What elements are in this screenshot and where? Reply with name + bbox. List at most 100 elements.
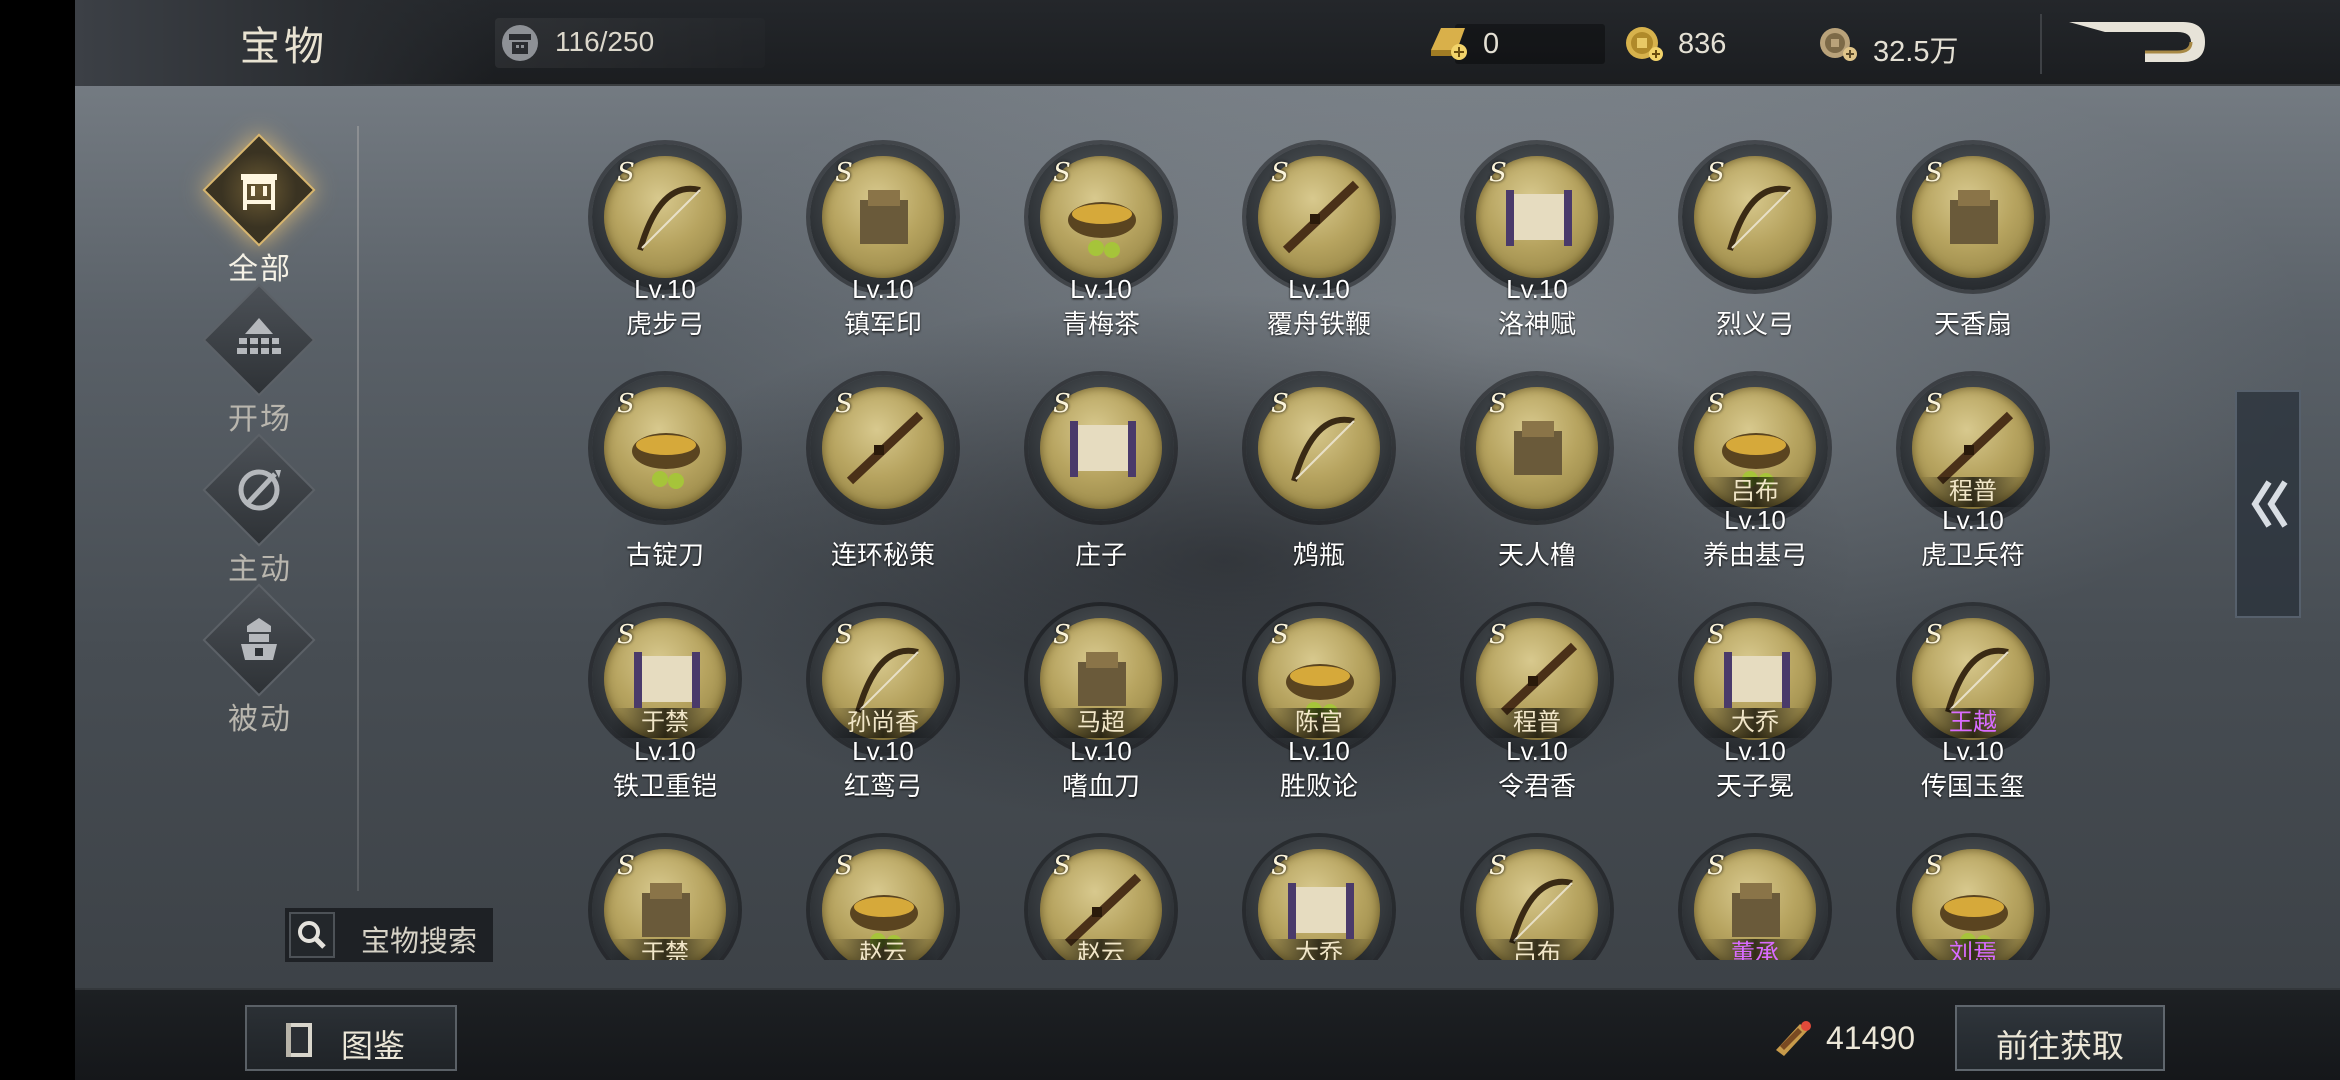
treasure-card[interactable]: S 赵云 (1001, 837, 1201, 960)
tier-badge: S (1053, 620, 1071, 650)
treasure-level: Lv.10 (1942, 505, 2004, 535)
active-skill-icon (238, 469, 281, 511)
treasure-card[interactable]: S 吕布 Lv.10 养由基弓 (1655, 375, 1855, 595)
tier-badge: S (617, 389, 635, 419)
tier-badge: S (1925, 851, 1943, 881)
sidebar-item-label: 开场 (228, 403, 292, 436)
treasure-card[interactable]: S 大乔 Lv.10 天子冕 (1655, 606, 1855, 826)
treasure-level: Lv.10 (1506, 274, 1568, 304)
treasure-name: 古锭刀 (625, 540, 704, 570)
search-icon (298, 921, 326, 949)
tier-badge: S (1707, 389, 1725, 419)
tier-badge: S (1053, 158, 1071, 188)
treasure-name: 镇军印 (843, 309, 922, 339)
yuanbao-value: 836 (1678, 28, 1727, 60)
tier-badge: S (1707, 851, 1725, 881)
treasure-name: 连环秘策 (830, 540, 935, 570)
treasure-card[interactable]: S Lv.10 镇军印 (783, 144, 983, 364)
tier-badge: S (835, 620, 853, 650)
capacity-text: 116/250 (555, 26, 655, 57)
treasure-card[interactable]: S 王越 Lv.10 传国玉玺 (1873, 606, 2073, 826)
sidebar-item-opening[interactable]: 开场 (165, 283, 355, 436)
equipped-hero-label: 吕布 (1483, 939, 1591, 960)
treasure-card[interactable]: S Lv.10 洛神赋 (1437, 144, 1637, 364)
book-icon (286, 1023, 312, 1057)
treasure-card[interactable]: S 马超 Lv.10 嗜血刀 (1001, 606, 1201, 826)
treasure-card[interactable]: S 古锭刀 (565, 375, 765, 595)
equipped-hero-label: 董承 (1701, 939, 1809, 960)
treasure-name: 红鸾弓 (843, 771, 922, 801)
equipped-hero-label: 王越 (1919, 708, 2027, 738)
treasure-capacity: 116/250 (495, 18, 765, 68)
equipped-hero-label: 于禁 (611, 708, 719, 738)
equipped-hero-label: 程普 (1919, 477, 2027, 507)
treasure-card[interactable]: S 董承 (1655, 837, 1855, 960)
treasure-card[interactable]: S 陈宫 Lv.10 胜败论 (1219, 606, 1419, 826)
tier-badge: S (1707, 158, 1725, 188)
treasure-card[interactable]: S Lv.10 青梅茶 (1001, 144, 1201, 364)
sidebar-item-active[interactable]: 主动 (165, 433, 355, 586)
treasure-level: Lv.10 (1288, 736, 1350, 766)
treasure-card[interactable]: S 赵云 (783, 837, 983, 960)
header-divider (2040, 14, 2042, 74)
copper-value: 32.5万 (1873, 36, 1959, 68)
treasure-card[interactable]: S 程普 Lv.10 虎卫兵符 (1873, 375, 2073, 595)
equipped-hero-label: 刘焉 (1919, 939, 2027, 960)
expand-panel-tab[interactable] (2235, 390, 2301, 618)
gold-bar-icon (1431, 28, 1467, 60)
equipped-hero-label: 赵云 (829, 939, 937, 960)
top-bar: 宝物 116/250 0 836 32.5万 (75, 0, 2340, 86)
treasure-name: 令君香 (1497, 771, 1576, 801)
currency-bg (1455, 24, 1605, 64)
treasure-level: Lv.10 (852, 736, 914, 766)
treasure-level: Lv.10 (1724, 505, 1786, 535)
go-acquire-button[interactable]: 前往获取 (1955, 1005, 2165, 1071)
treasure-card[interactable]: S 天香扇 (1873, 144, 2073, 364)
yuanbao-currency[interactable]: 836 (1620, 20, 1820, 68)
treasure-level: Lv.10 (634, 274, 696, 304)
tier-badge: S (1925, 389, 1943, 419)
sidebar-item-passive[interactable]: 被动 (165, 583, 355, 736)
gold-bar-currency[interactable]: 0 (1425, 20, 1635, 68)
codex-button[interactable]: 图鉴 (245, 1005, 457, 1071)
tier-badge: S (835, 158, 853, 188)
equipped-hero-label: 陈宫 (1265, 708, 1373, 738)
tier-badge: S (617, 851, 635, 881)
treasure-card[interactable]: S 鸩瓶 (1219, 375, 1419, 595)
search-icon-frame (289, 912, 335, 958)
equipped-hero-label: 大乔 (1265, 939, 1373, 960)
treasure-card[interactable]: S 于禁 (565, 837, 765, 960)
treasure-card[interactable]: S Lv.10 覆舟铁鞭 (1219, 144, 1419, 364)
treasure-bag-icon (502, 25, 538, 61)
sidebar-item-all[interactable]: 全部 (165, 133, 355, 286)
tier-badge: S (1271, 158, 1289, 188)
treasure-card[interactable]: S 吕布 (1437, 837, 1637, 960)
treasure-card[interactable]: S 烈义弓 (1655, 144, 1855, 364)
treasure-card[interactable]: S 程普 Lv.10 令君香 (1437, 606, 1637, 826)
treasure-name: 烈义弓 (1715, 309, 1794, 339)
treasure-name: 虎卫兵符 (1920, 540, 2025, 570)
tier-badge: S (1053, 389, 1071, 419)
treasure-card[interactable]: S 于禁 Lv.10 铁卫重铠 (565, 606, 765, 826)
treasure-name: 嗜血刀 (1061, 771, 1140, 801)
treasure-name: 覆舟铁鞭 (1266, 309, 1371, 339)
treasure-card[interactable]: S 大乔 (1219, 837, 1419, 960)
equipped-hero-label: 孙尚香 (829, 708, 937, 738)
back-button[interactable] (2065, 16, 2210, 72)
treasure-level: Lv.10 (1070, 274, 1132, 304)
treasure-token-balance: 41490 (1770, 1010, 1950, 1066)
treasure-name: 天香扇 (1933, 309, 2012, 339)
treasure-card[interactable]: S 连环秘策 (783, 375, 983, 595)
sidebar-divider (357, 126, 359, 891)
treasure-search-button[interactable]: 宝物搜索 (285, 908, 493, 962)
treasure-card[interactable]: S 刘焉 (1873, 837, 2073, 960)
treasure-name: 虎步弓 (625, 309, 704, 339)
treasure-card[interactable]: S 庄子 (1001, 375, 1201, 595)
treasure-card[interactable]: S 孙尚香 Lv.10 红鸾弓 (783, 606, 983, 826)
equipped-hero-label: 程普 (1483, 708, 1591, 738)
equipped-hero-label: 吕布 (1701, 477, 1809, 507)
treasure-card[interactable]: S 天人橹 (1437, 375, 1637, 595)
treasure-card[interactable]: S Lv.10 虎步弓 (565, 144, 765, 364)
treasure-grid: S Lv.10 虎步弓 S Lv.10 镇军印 S Lv.10 青梅茶 S Lv.10 覆舟铁鞭 S Lv… (565, 130, 2165, 960)
copper-currency[interactable]: 32.5万 (1815, 20, 2055, 68)
